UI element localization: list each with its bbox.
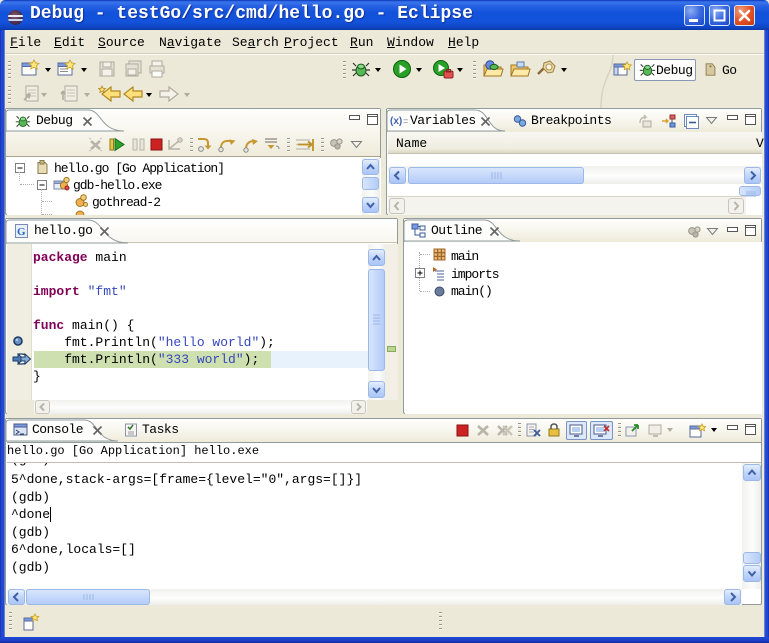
svg-text:(x): (x) [390,116,402,127]
svg-text:=: = [403,116,408,126]
svg-text:G: G [17,226,26,238]
